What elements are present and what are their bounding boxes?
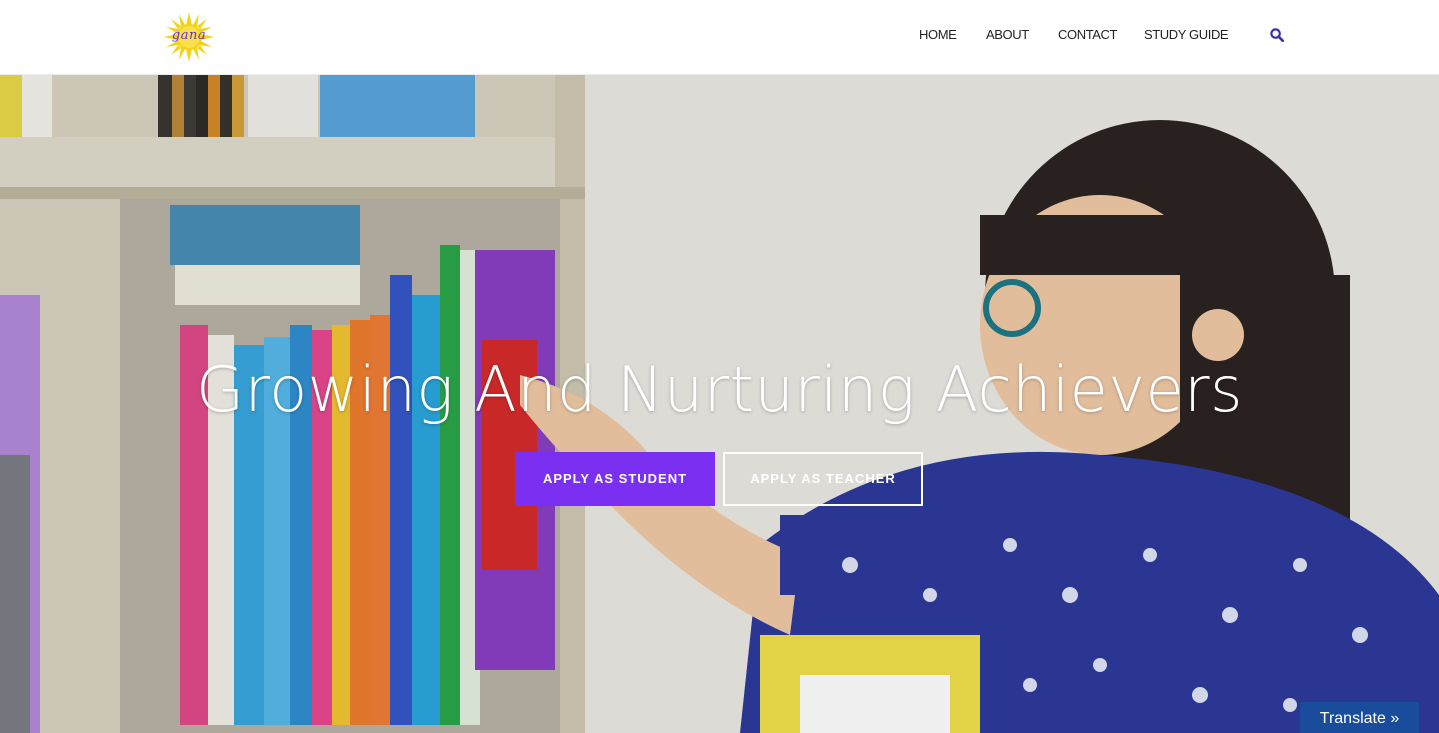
nav-about[interactable]: ABOUT — [986, 27, 1029, 42]
main-nav: HOME ABOUT CONTACT STUDY GUIDE — [0, 27, 1439, 47]
hero-section: Growing And Nurturing Achievers APPLY AS… — [0, 75, 1439, 733]
nav-study-guide[interactable]: STUDY GUIDE — [1144, 27, 1229, 42]
nav-contact[interactable]: CONTACT — [1058, 27, 1117, 42]
hero-title: Growing And Nurturing Achievers — [196, 353, 1243, 426]
translate-button[interactable]: Translate » — [1300, 702, 1419, 733]
apply-as-student-button[interactable]: APPLY AS STUDENT — [515, 452, 715, 506]
apply-as-teacher-button[interactable]: APPLY AS TEACHER — [723, 452, 923, 506]
search-icon[interactable] — [1270, 28, 1284, 42]
nav-home[interactable]: HOME — [919, 27, 957, 42]
site-header: gana HOME ABOUT CONTACT STUDY GUIDE — [0, 0, 1439, 75]
